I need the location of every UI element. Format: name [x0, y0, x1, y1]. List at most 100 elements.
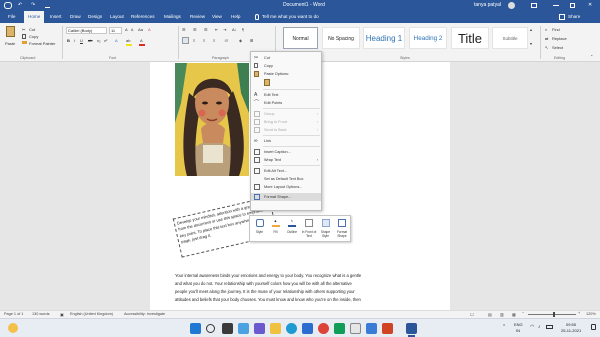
line-spacing-icon[interactable]: ↕≡ — [224, 38, 228, 43]
menu-item-group[interactable]: Group › — [251, 110, 321, 118]
menu-item-set-default[interactable]: Set as Default Text Box — [251, 175, 321, 183]
autosave-icon[interactable] — [4, 2, 12, 9]
text-effects-icon[interactable]: A — [115, 38, 118, 43]
menu-item-edit-text[interactable]: A Edit Text — [251, 91, 321, 99]
font-color-icon[interactable]: A — [140, 38, 143, 43]
menu-item-format-shape[interactable]: Format Shape... — [251, 193, 321, 201]
tab-insert[interactable]: Insert — [50, 11, 62, 23]
menu-item-edit-points[interactable]: ⌒ Edit Points — [251, 99, 321, 107]
task-view-icon[interactable] — [222, 323, 233, 334]
menu-item-insert-caption[interactable]: Insert Caption... — [251, 148, 321, 156]
zoom-in-icon[interactable]: + — [578, 311, 580, 315]
superscript-icon[interactable]: x² — [104, 38, 107, 43]
styles-scroll-up-icon[interactable]: ▴ — [530, 27, 532, 32]
avatar[interactable] — [508, 2, 515, 9]
proofing-icon[interactable]: ▣ — [60, 312, 64, 317]
collapse-ribbon-icon[interactable]: ⌃ — [590, 54, 593, 59]
start-icon[interactable] — [190, 323, 201, 334]
menu-item-more-layout[interactable]: More Layout Options... — [251, 183, 321, 191]
user-name[interactable]: tanya patyal — [474, 0, 501, 11]
highlight-color-icon[interactable] — [126, 44, 132, 46]
justify-icon[interactable]: ≡ — [213, 38, 215, 43]
search-icon[interactable] — [206, 324, 215, 333]
tab-help[interactable]: Help — [231, 11, 240, 23]
scissors-icon[interactable]: ✂ — [22, 27, 25, 32]
tab-mailings[interactable]: Mailings — [164, 11, 181, 23]
menu-item-link[interactable]: ∞ Link — [251, 137, 321, 145]
format-painter-icon[interactable] — [22, 41, 27, 44]
body-paragraph[interactable]: Your internal awareness binds your emoti… — [175, 272, 435, 304]
menu-item-send-to-back[interactable]: Send to Back › — [251, 126, 321, 134]
highlight-pen-icon[interactable]: ab — [126, 38, 130, 43]
menu-item-edit-alt-text[interactable]: Edit Alt Text... — [251, 167, 321, 175]
tab-design[interactable]: Design — [88, 11, 102, 23]
paste-button[interactable]: Paste — [5, 41, 15, 46]
replace-button[interactable]: Replace — [552, 36, 567, 41]
print-layout-icon[interactable]: ▥ — [500, 312, 504, 317]
cut-button[interactable]: Cut — [29, 27, 35, 32]
input-language[interactable]: ENG — [514, 322, 523, 327]
style-subtitle[interactable]: Subtitle — [492, 27, 528, 49]
format-painter-button[interactable]: Format Painter — [29, 41, 55, 46]
app-icon[interactable] — [382, 323, 393, 334]
align-left-icon[interactable] — [182, 37, 189, 44]
italic-icon[interactable]: I — [74, 38, 75, 43]
shading-icon[interactable]: ◈ — [239, 38, 242, 43]
menu-item-paste-keep[interactable] — [251, 78, 321, 88]
language-status[interactable]: English (United Kingdom) — [70, 312, 113, 316]
zoom-slider-thumb[interactable] — [553, 312, 555, 317]
ribbon-display-icon[interactable] — [531, 3, 537, 8]
file-explorer-icon[interactable] — [270, 323, 281, 334]
style-heading-1[interactable]: Heading 1 — [363, 27, 405, 49]
app-icon[interactable] — [350, 323, 361, 334]
notification-icon[interactable] — [591, 324, 596, 330]
zoom-slider[interactable] — [528, 314, 576, 315]
style-title[interactable]: Title — [451, 27, 489, 49]
close-button[interactable]: ✕ — [588, 0, 592, 11]
clear-formatting-icon[interactable]: A — [148, 27, 151, 32]
wifi-icon[interactable]: ◠ — [530, 324, 534, 330]
borders-icon[interactable]: ⊞ — [250, 38, 253, 43]
style-normal[interactable]: Normal — [283, 27, 318, 49]
multilevel-list-icon[interactable]: ☰ — [204, 27, 208, 32]
app-icon[interactable] — [366, 323, 377, 334]
align-center-icon[interactable]: ≡ — [193, 38, 195, 43]
redo-button[interactable]: ↷ — [31, 0, 35, 11]
chrome-icon[interactable] — [318, 323, 329, 334]
read-mode-icon[interactable]: ▤ — [488, 312, 492, 317]
decrease-indent-icon[interactable]: ⇤ — [215, 27, 218, 32]
copy-icon[interactable] — [22, 34, 26, 39]
mini-shape-style-button[interactable]: Shape Style — [318, 216, 333, 241]
subscript-icon[interactable]: x₂ — [97, 38, 101, 43]
edge-icon[interactable] — [286, 323, 297, 334]
select-icon[interactable]: ↖ — [545, 45, 548, 50]
find-icon[interactable]: ⌕ — [545, 27, 547, 32]
tab-review[interactable]: Review — [190, 11, 205, 23]
increase-indent-icon[interactable]: ⇥ — [223, 27, 226, 32]
undo-button[interactable]: ↶ — [18, 0, 22, 11]
replace-icon[interactable]: ⇄ — [545, 36, 548, 41]
tab-draw[interactable]: Draw — [70, 11, 81, 23]
tell-me-search[interactable]: Tell me what you want to do — [262, 11, 319, 23]
styles-more-icon[interactable]: ▾ — [530, 41, 532, 46]
tab-file[interactable]: File — [8, 11, 15, 23]
font-name-box[interactable]: Calibri (Body) — [66, 27, 107, 34]
app-icon[interactable] — [334, 323, 345, 334]
share-icon[interactable] — [559, 14, 565, 20]
tab-view[interactable]: View — [212, 11, 222, 23]
menu-item-copy[interactable]: Copy — [251, 62, 321, 70]
tray-chevron-icon[interactable]: ⌃ — [502, 324, 506, 330]
align-right-icon[interactable]: ≡ — [203, 38, 205, 43]
style-heading-2[interactable]: Heading 2 — [409, 27, 447, 49]
shrink-font-icon[interactable]: A — [131, 28, 133, 32]
weather-icon[interactable] — [8, 323, 18, 333]
mini-outline-button[interactable]: ✎ Outline — [284, 216, 300, 241]
sort-icon[interactable]: A↓ — [232, 27, 237, 32]
illustration-image[interactable] — [175, 63, 249, 176]
grow-font-icon[interactable]: A — [125, 27, 128, 32]
find-button[interactable]: Find — [552, 27, 560, 32]
mini-in-front-button[interactable]: In Front of Text — [301, 216, 317, 241]
copy-button[interactable]: Copy — [29, 34, 38, 39]
clock-date[interactable]: 25-11-2021 — [561, 328, 581, 333]
menu-item-cut[interactable]: ✂ Cut — [251, 54, 321, 62]
